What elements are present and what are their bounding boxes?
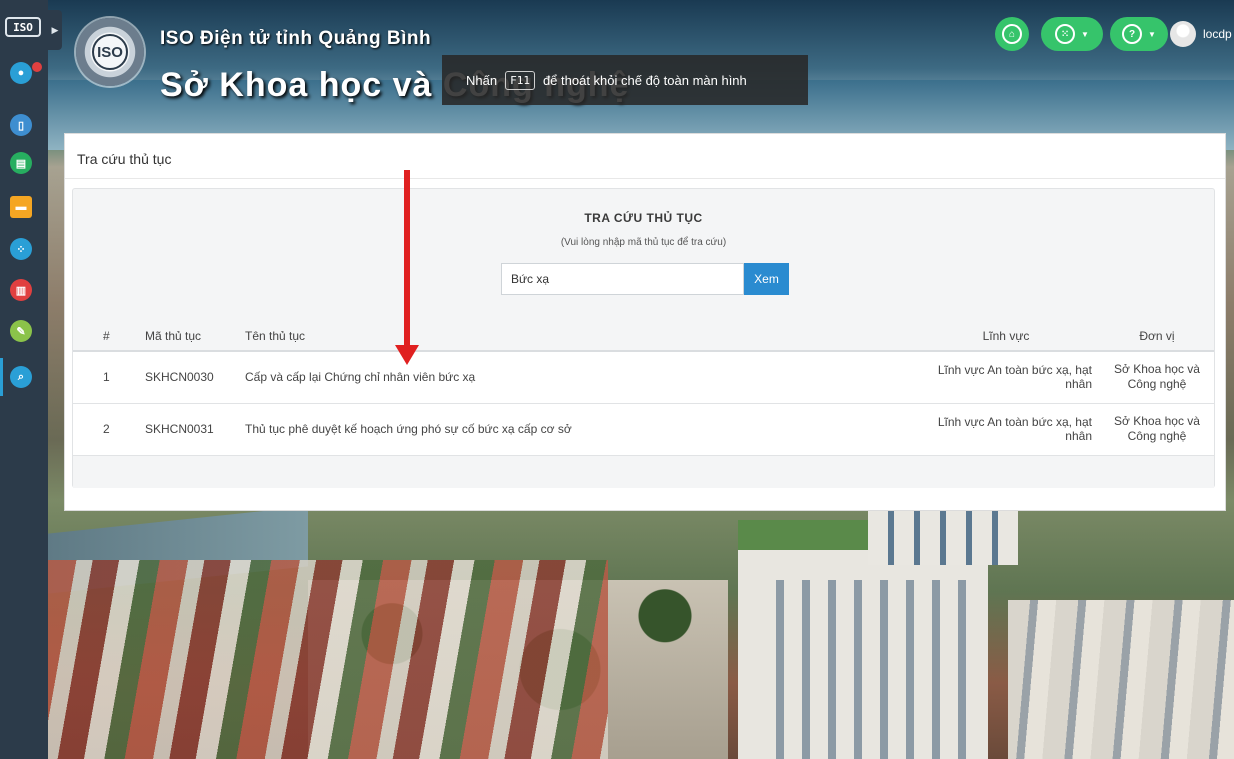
triangle-right-icon: ▶ [51,24,59,35]
row-name-link[interactable]: Cấp và cấp lại Chứng chỉ nhân viên bức x… [237,351,912,404]
fullscreen-notice: Nhấn F11 để thoát khỏi chế độ toàn màn h… [442,55,808,105]
search-hint: (Vui lòng nhập mã thủ tục để tra cứu) [560,237,727,248]
sidebar-item-clipboard[interactable]: ▤ [10,152,32,174]
table-row[interactable]: 2 SKHCN0031 Thủ tục phê duyệt kế hoạch ứ… [73,403,1214,456]
sidebar-item-edit[interactable]: ✎ [10,320,32,342]
background-roofs [48,560,608,759]
table-footer-cell [73,455,1214,488]
fullscreen-notice-prefix: Nhấn [466,72,498,88]
fullscreen-notice-suffix: để thoát khỏi chế độ toàn màn hình [542,72,747,88]
panel-title: Tra cứu thủ tục [77,151,172,167]
row-unit: Sở Khoa học và Công nghệ [1100,351,1214,404]
chart-icon: ▥ [15,284,27,297]
row-index: 2 [73,403,137,456]
table-footer-row [73,455,1214,488]
search-heading: TRA CỨU THỦ TỤC [584,211,703,225]
column-header-field: Lĩnh vực [912,321,1100,352]
pen-icon: ✎ [16,325,26,338]
avatar[interactable] [1170,21,1196,47]
row-field: Lĩnh vực An toàn bức xạ, hạt nhân [912,351,1100,404]
column-header-unit: Đơn vị [1100,321,1214,352]
column-header-code: Mã thủ tục [137,321,237,352]
sidebar-item-reports[interactable]: ▥ [10,279,32,301]
sidebar-item-folder[interactable]: ▬ [10,196,32,218]
search-input[interactable] [501,263,744,295]
home-icon: ⌂ [1002,24,1022,44]
lookup-panel: Tra cứu thủ tục TRA CỨU THỦ TỤC (Vui lòn… [64,133,1226,511]
background-towers [868,505,1018,565]
iso-logo: ISO [76,18,144,86]
header-subtitle: ISO Điện tử tỉnh Quảng Bình [160,28,432,49]
caret-down-icon: ▼ [1081,29,1089,39]
help-icon: ? [1122,24,1143,44]
table-row[interactable]: 1 SKHCN0030 Cấp và cấp lại Chứng chỉ nhâ… [73,351,1214,404]
home-button[interactable]: ⌂ [995,17,1029,51]
help-menu-button[interactable]: ? ▼ [1110,17,1168,51]
username[interactable]: locdp [1203,27,1232,41]
user-icon: ● [17,67,25,79]
annotation-arrow-shaft [404,170,410,350]
background-houses [1008,600,1234,759]
sidebar-expand-toggle[interactable]: ▶ [48,10,62,50]
sidebar-item-profile[interactable]: ● [10,62,32,84]
row-unit: Sở Khoa học và Công nghệ [1100,403,1214,456]
document-icon: ▯ [17,119,25,132]
f11-key: F11 [505,70,535,90]
clipboard-icon: ▤ [15,157,27,170]
notification-dot [32,62,42,72]
left-sidebar: ISO ● ▯ ▤ ▬ ⁘ ▥ ✎ ⌕ [0,0,48,759]
search-icon: ⌕ [17,370,25,383]
row-field: Lĩnh vực An toàn bức xạ, hạt nhân [912,403,1100,456]
search-box: TRA CỨU THỦ TỤC (Vui lòng nhập mã thủ tụ… [72,188,1215,488]
apps-menu-button[interactable]: ⁙ ▼ [1041,17,1103,51]
users-icon: ⁘ [16,243,26,256]
results-table: # Mã thủ tục Tên thủ tục Lĩnh vực Đơn vị… [73,321,1214,488]
table-header-row: # Mã thủ tục Tên thủ tục Lĩnh vực Đơn vị [73,321,1214,352]
search-button[interactable]: Xem [744,263,789,295]
column-header-name: Tên thủ tục [237,321,912,352]
sidebar-item-documents[interactable]: ▯ [10,114,32,136]
row-code: SKHCN0031 [137,403,237,456]
row-index: 1 [73,351,137,404]
folder-icon: ▬ [15,201,27,213]
row-name-link[interactable]: Thủ tục phê duyệt kế hoạch ứng phó sự cố… [237,403,912,456]
row-code: SKHCN0030 [137,351,237,404]
caret-down-icon: ▼ [1148,29,1156,39]
sidebar-item-users[interactable]: ⁘ [10,238,32,260]
column-header-index: # [73,321,137,352]
sidebar-item-search[interactable]: ⌕ [0,358,32,396]
panel-divider [65,178,1225,179]
grid-icon: ⁙ [1055,24,1076,44]
logo-text: ISO [92,34,128,70]
annotation-arrow-head [395,345,419,365]
iso-home-badge[interactable]: ISO [5,17,41,37]
